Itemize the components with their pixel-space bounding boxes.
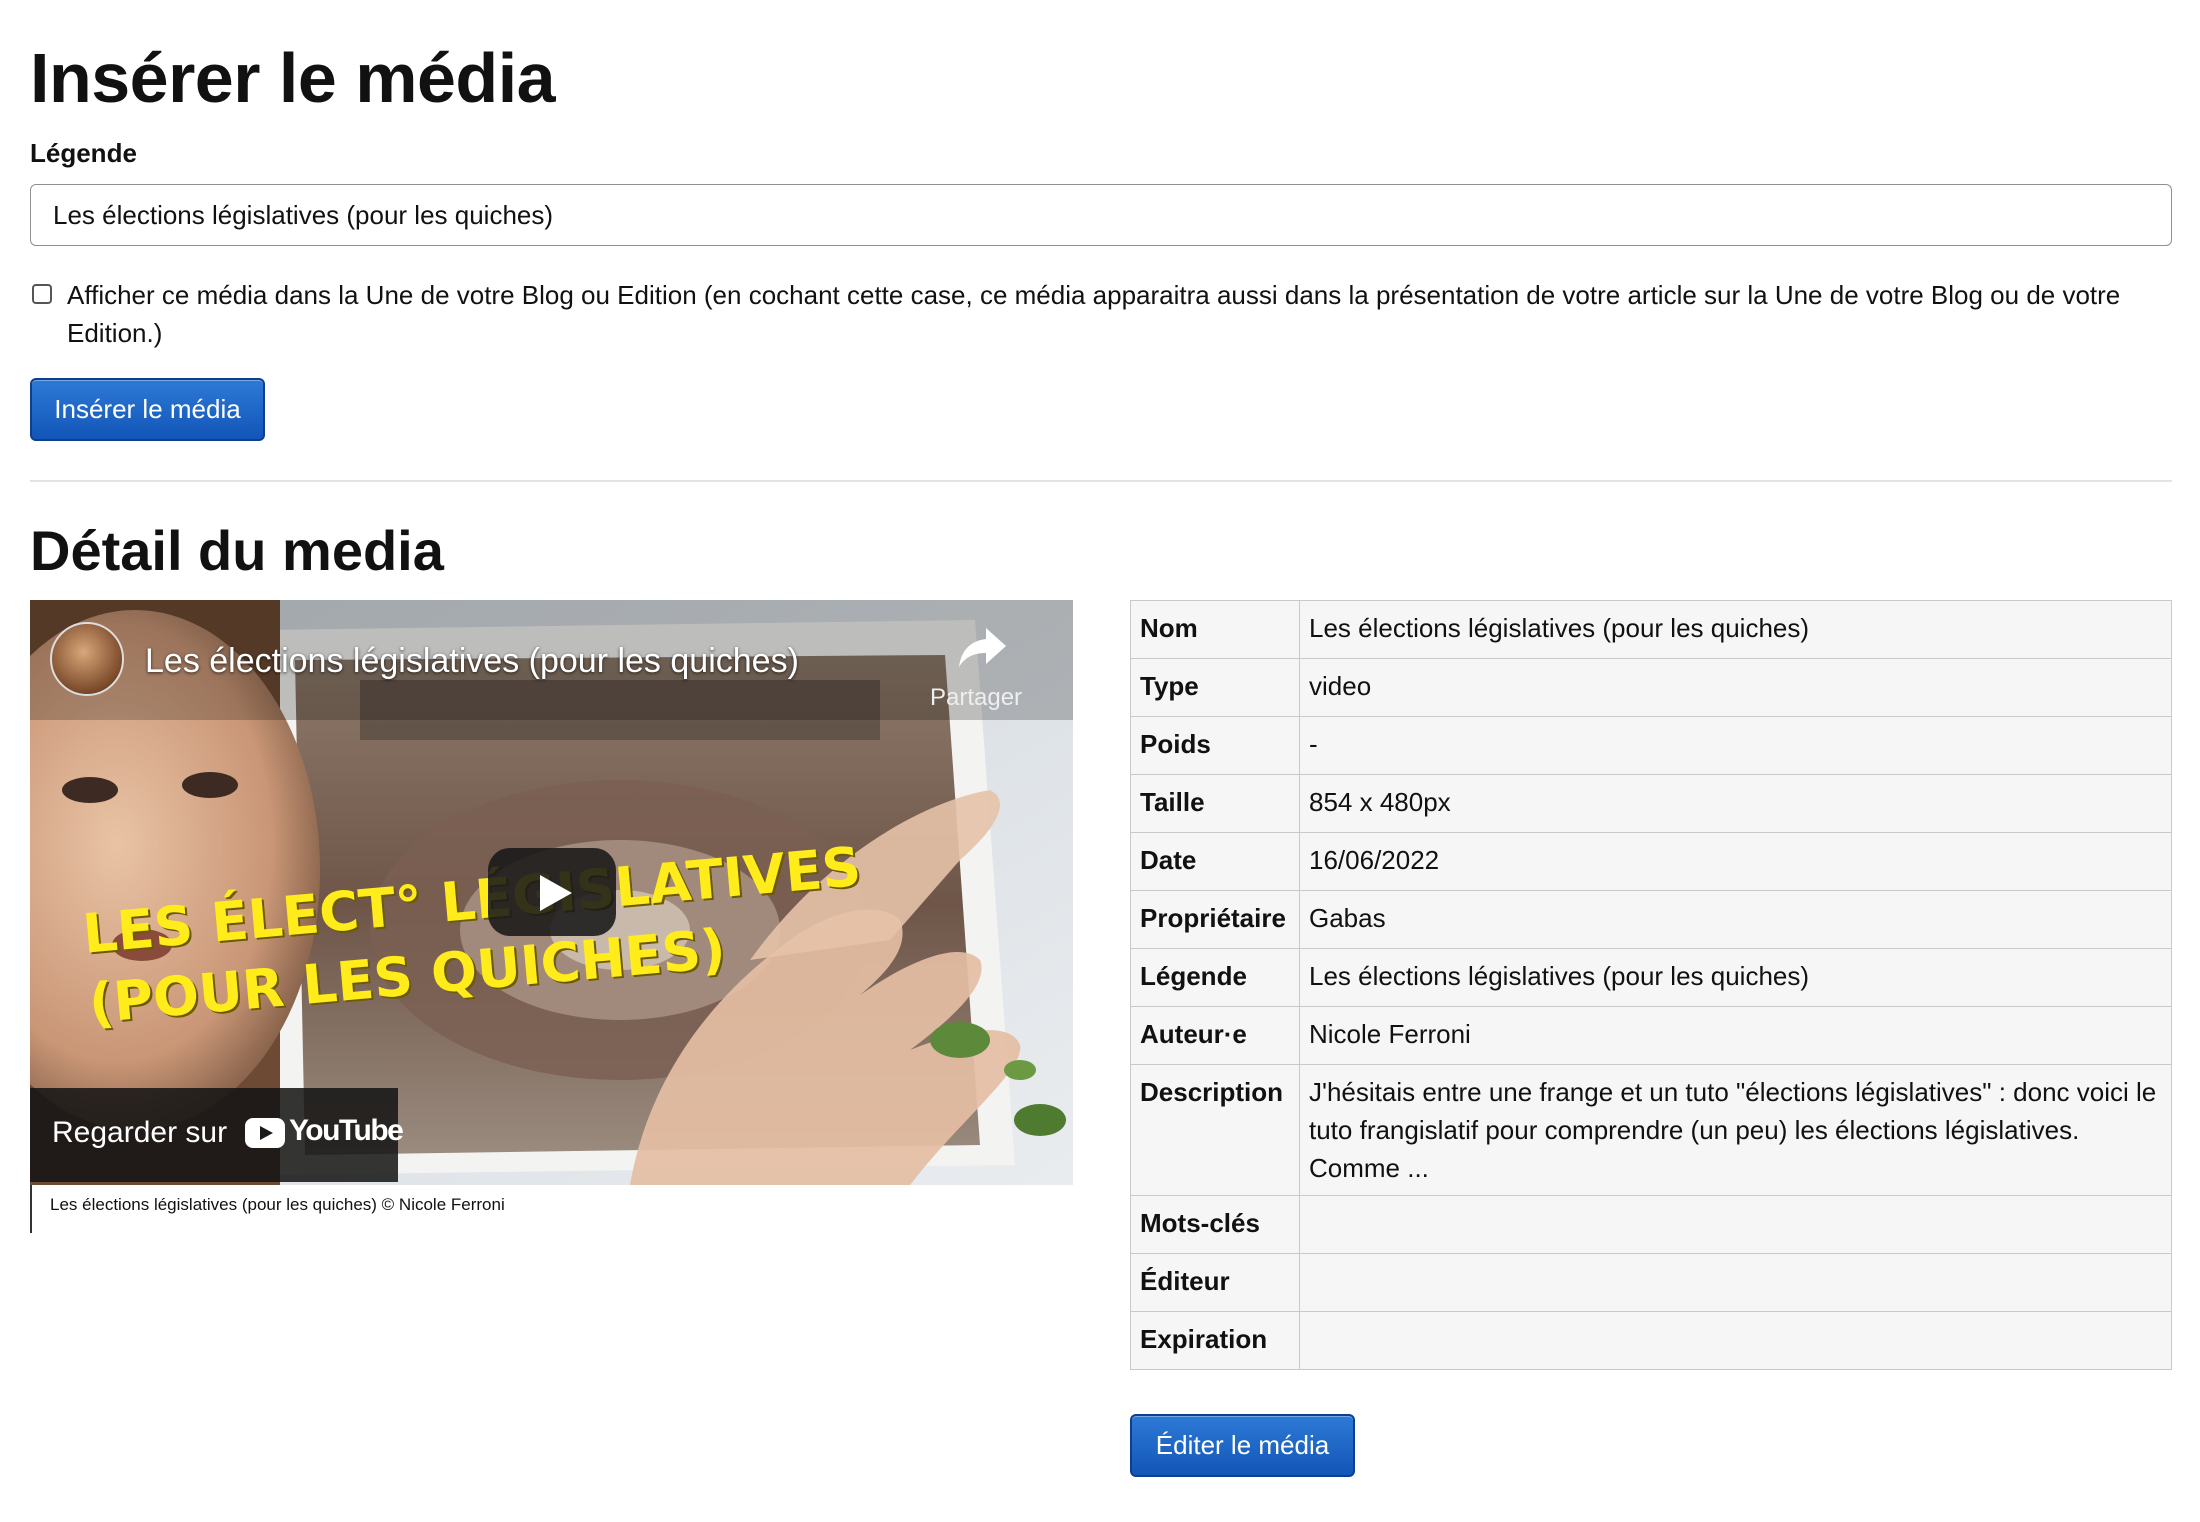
table-row: Type video bbox=[1130, 658, 2172, 717]
row-value: 854 x 480px bbox=[1299, 774, 2172, 833]
channel-avatar[interactable] bbox=[50, 622, 124, 696]
row-key: Légende bbox=[1130, 948, 1300, 1007]
table-row: Propriétaire Gabas bbox=[1130, 890, 2172, 949]
table-row: Taille 854 x 480px bbox=[1130, 774, 2172, 833]
row-key: Nom bbox=[1130, 600, 1300, 659]
caption-label: Légende bbox=[30, 138, 137, 168]
video-player[interactable]: Les élections législatives (pour les qui… bbox=[30, 600, 1073, 1185]
table-row: Nom Les élections législatives (pour les … bbox=[1130, 600, 2172, 659]
row-key: Éditeur bbox=[1130, 1253, 1300, 1312]
row-key: Auteur·e bbox=[1130, 1006, 1300, 1065]
share-label[interactable]: Partager bbox=[930, 684, 1022, 712]
table-row: Poids - bbox=[1130, 716, 2172, 775]
row-key: Propriétaire bbox=[1130, 890, 1300, 949]
table-row: Date 16/06/2022 bbox=[1130, 832, 2172, 891]
page-title: Insérer le média bbox=[30, 39, 556, 117]
watch-on-label: Regarder sur bbox=[52, 1116, 228, 1149]
row-value: Gabas bbox=[1299, 890, 2172, 949]
row-value: - bbox=[1299, 716, 2172, 775]
detail-section-title: Détail du media bbox=[30, 519, 444, 582]
row-value: J'hésitais entre une frange et un tuto "… bbox=[1299, 1064, 2172, 1196]
row-key: Description bbox=[1130, 1064, 1300, 1196]
youtube-wordmark: YouTube bbox=[289, 1114, 404, 1147]
show-on-front-checkbox[interactable] bbox=[32, 284, 52, 304]
row-value: Les élections législatives (pour les qui… bbox=[1299, 948, 2172, 1007]
row-value bbox=[1299, 1311, 2172, 1370]
table-row: Description J'hésitais entre une frange e… bbox=[1130, 1064, 2172, 1196]
section-divider bbox=[30, 480, 2172, 482]
row-key: Mots-clés bbox=[1130, 1195, 1300, 1254]
share-icon[interactable] bbox=[956, 622, 1010, 672]
row-value bbox=[1299, 1253, 2172, 1312]
row-key: Date bbox=[1130, 832, 1300, 891]
video-title[interactable]: Les élections législatives (pour les qui… bbox=[145, 642, 799, 681]
table-row: Légende Les élections législatives (pour … bbox=[1130, 948, 2172, 1007]
row-value: Les élections législatives (pour les qui… bbox=[1299, 600, 2172, 659]
table-row: Expiration bbox=[1130, 1311, 2172, 1370]
youtube-logo: YouTube bbox=[245, 1114, 404, 1154]
watch-on-youtube-button[interactable]: Regarder sur YouTube bbox=[30, 1088, 404, 1182]
row-key: Poids bbox=[1130, 716, 1300, 775]
youtube-play-icon bbox=[245, 1118, 285, 1148]
play-button[interactable] bbox=[488, 848, 616, 936]
page: Insérer le média Légende Afficher ce méd… bbox=[30, 0, 2172, 1522]
row-value: video bbox=[1299, 658, 2172, 717]
table-row: Éditeur bbox=[1130, 1253, 2172, 1312]
caption-input[interactable] bbox=[30, 184, 2172, 246]
row-value bbox=[1299, 1195, 2172, 1254]
media-detail-table: Nom Les élections législatives (pour les … bbox=[1130, 600, 2172, 1370]
row-key: Type bbox=[1130, 658, 1300, 717]
row-value: Nicole Ferroni bbox=[1299, 1006, 2172, 1065]
table-row: Auteur·e Nicole Ferroni bbox=[1130, 1006, 2172, 1065]
insert-media-button[interactable]: Insérer le média bbox=[30, 378, 265, 441]
row-key: Expiration bbox=[1130, 1311, 1300, 1370]
video-caption: Les élections législatives (pour les qui… bbox=[30, 1185, 1073, 1233]
row-key: Taille bbox=[1130, 774, 1300, 833]
edit-media-button[interactable]: Éditer le média bbox=[1130, 1414, 1355, 1477]
table-row: Mots-clés bbox=[1130, 1195, 2172, 1254]
show-on-front-label[interactable]: Afficher ce média dans la Une de votre B… bbox=[67, 276, 2167, 352]
row-value: 16/06/2022 bbox=[1299, 832, 2172, 891]
